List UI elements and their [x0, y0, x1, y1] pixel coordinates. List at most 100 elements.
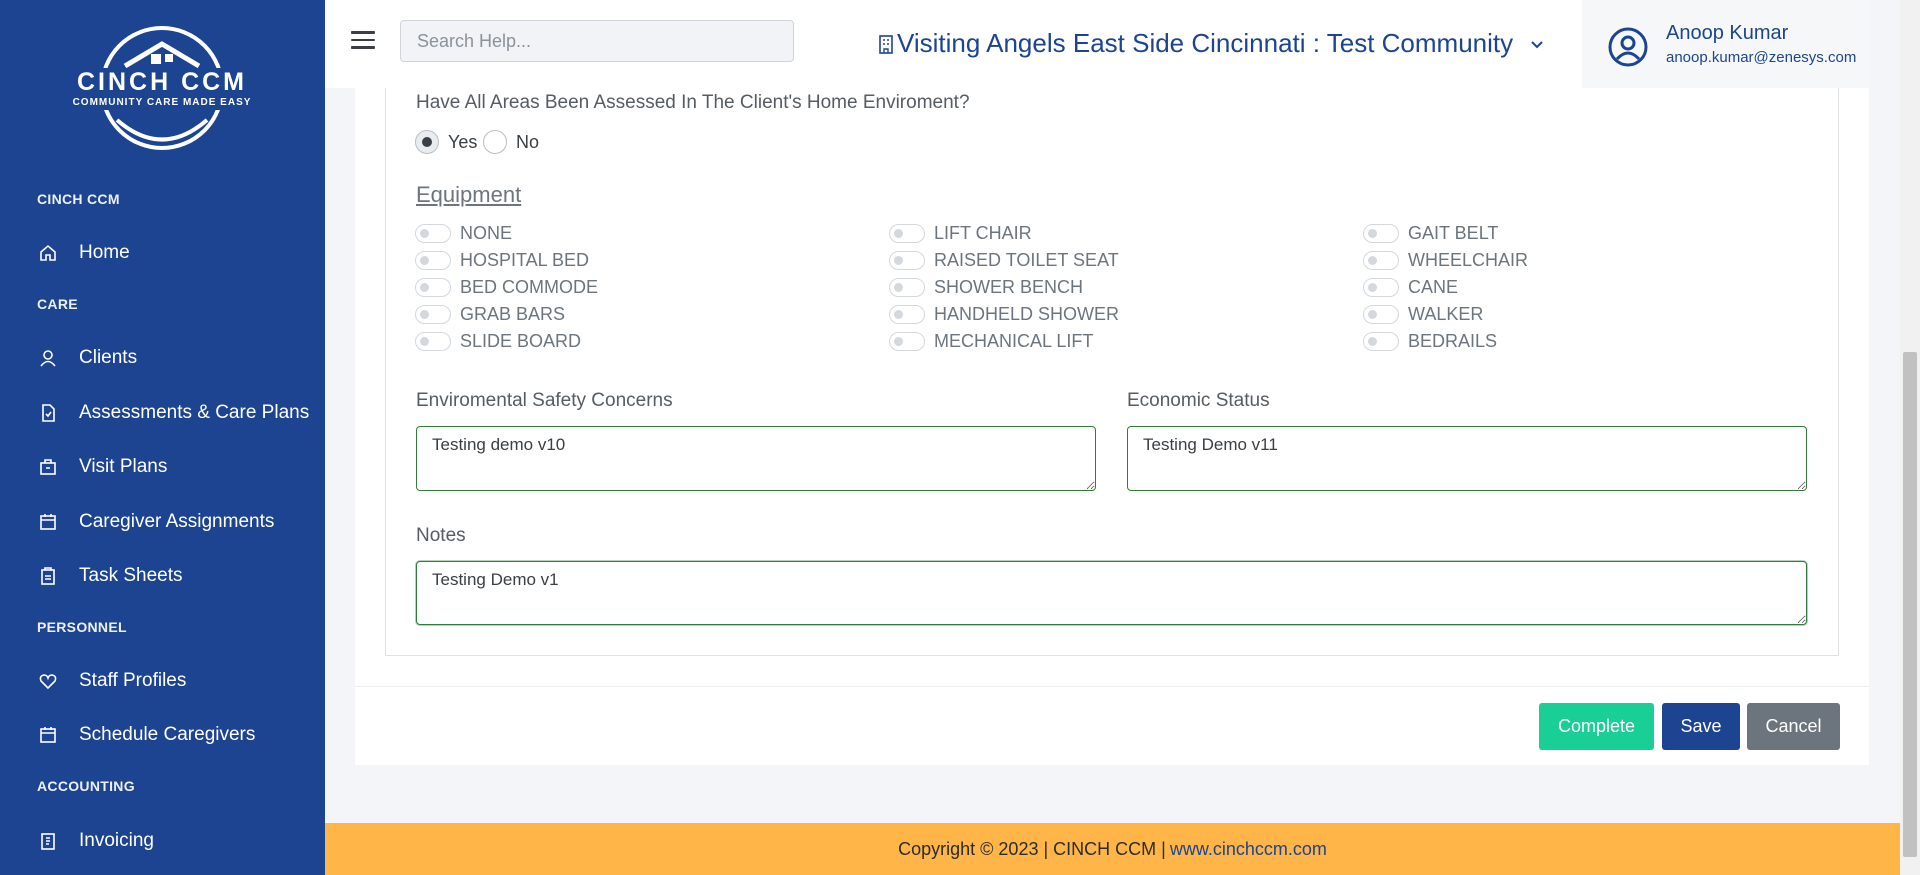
- sidebar-item-label: Assessments & Care Plans: [79, 402, 310, 423]
- user-menu[interactable]: Anoop Kumar anoop.kumar@zenesys.com: [1582, 0, 1870, 88]
- toggle-label: WALKER: [1408, 304, 1484, 324]
- sidebar-item-schedule-caregivers[interactable]: Schedule Caregivers: [37, 718, 255, 752]
- toggle-switch[interactable]: [415, 224, 451, 243]
- sidebar-item-label: Staff Profiles: [79, 670, 187, 691]
- toggle-mechanical-lift[interactable]: MECHANICAL LIFT: [889, 331, 1093, 352]
- section-care: CARE: [37, 296, 78, 312]
- user-email: anoop.kumar@zenesys.com: [1666, 49, 1857, 66]
- invoice-icon: [37, 830, 59, 852]
- radio-yes-label: Yes: [448, 131, 478, 152]
- toggle-switch[interactable]: [889, 224, 925, 243]
- sidebar-item-assessments[interactable]: Assessments & Care Plans: [37, 396, 309, 430]
- clipboard-icon: [37, 565, 59, 587]
- top-bar: Visiting Angels East Side Cincinnati : T…: [325, 0, 1870, 88]
- assessment-form-card: Have All Areas Been Assessed In The Clie…: [355, 88, 1869, 765]
- save-button[interactable]: Save: [1662, 703, 1740, 750]
- toggle-walker[interactable]: WALKER: [1363, 304, 1483, 325]
- toggle-bed-commode[interactable]: BED COMMODE: [415, 277, 598, 298]
- search-input[interactable]: [400, 20, 794, 62]
- radio-no[interactable]: No: [483, 130, 539, 154]
- toggle-switch[interactable]: [415, 305, 451, 324]
- page-scrollbar[interactable]: [1900, 0, 1920, 875]
- env-safety-label: Enviromental Safety Concerns: [416, 390, 673, 411]
- section-personnel: PERSONNEL: [37, 619, 127, 635]
- toggle-switch[interactable]: [1363, 224, 1399, 243]
- logo-brand: CINCH CCM: [77, 68, 247, 96]
- toggle-label: GAIT BELT: [1408, 223, 1499, 243]
- sidebar-item-label: Caregiver Assignments: [79, 511, 275, 532]
- radio-yes[interactable]: Yes: [415, 130, 477, 154]
- complete-button[interactable]: Complete: [1539, 703, 1654, 750]
- sidebar-item-visit-plans[interactable]: Visit Plans: [37, 450, 167, 484]
- toggle-wheelchair[interactable]: WHEELCHAIR: [1363, 250, 1528, 271]
- sidebar-item-caregiver-assignments[interactable]: Caregiver Assignments: [37, 505, 274, 539]
- sidebar-item-task-sheets[interactable]: Task Sheets: [37, 559, 183, 593]
- toggle-switch[interactable]: [889, 278, 925, 297]
- toggle-raised-toilet-seat[interactable]: RAISED TOILET SEAT: [889, 250, 1119, 271]
- toggle-label: BEDRAILS: [1408, 331, 1498, 351]
- toggle-label: GRAB BARS: [460, 304, 566, 324]
- heart-icon: [37, 670, 59, 692]
- sidebar-item-clients[interactable]: Clients: [37, 341, 137, 375]
- toggle-bedrails[interactable]: BEDRAILS: [1363, 331, 1497, 352]
- radio-yes-control[interactable]: [415, 130, 439, 154]
- toggle-switch[interactable]: [889, 332, 925, 351]
- website-link[interactable]: www.cinchccm.com: [1170, 839, 1327, 860]
- radio-no-control[interactable]: [483, 130, 507, 154]
- toggle-label: SLIDE BOARD: [460, 331, 582, 351]
- toggle-handheld-shower[interactable]: HANDHELD SHOWER: [889, 304, 1119, 325]
- sidebar-item-label: Schedule Caregivers: [79, 724, 256, 745]
- economic-status-textarea[interactable]: Testing Demo v11: [1127, 426, 1807, 491]
- user-icon: [37, 347, 59, 369]
- toggle-slide-board[interactable]: SLIDE BOARD: [415, 331, 581, 352]
- organization-selector[interactable]: Visiting Angels East Side Cincinnati : T…: [877, 28, 1545, 59]
- toggle-switch[interactable]: [1363, 332, 1399, 351]
- sidebar-item-label: Visit Plans: [79, 456, 168, 477]
- sidebar-item-staff-profiles[interactable]: Staff Profiles: [37, 664, 186, 698]
- briefcase-icon: [37, 456, 59, 478]
- toggle-shower-bench[interactable]: SHOWER BENCH: [889, 277, 1083, 298]
- toggle-switch[interactable]: [415, 332, 451, 351]
- toggle-label: HOSPITAL BED: [460, 250, 590, 270]
- toggle-label: NONE: [460, 223, 513, 243]
- home-icon: [37, 242, 59, 264]
- toggle-switch[interactable]: [889, 305, 925, 324]
- section-cinch-ccm: CINCH CCM: [37, 191, 120, 207]
- cancel-button[interactable]: Cancel: [1747, 703, 1840, 750]
- equipment-heading: Equipment: [416, 182, 522, 207]
- scrollbar-thumb[interactable]: [1903, 352, 1917, 857]
- copyright-text: Copyright © 2023 | CINCH CCM |: [898, 838, 1166, 859]
- economic-status-label: Economic Status: [1127, 390, 1270, 411]
- toggle-switch[interactable]: [889, 251, 925, 270]
- toggle-label: RAISED TOILET SEAT: [934, 250, 1119, 270]
- logo-tagline: COMMUNITY CARE MADE EASY: [73, 97, 252, 108]
- toggle-label: BED COMMODE: [460, 277, 599, 297]
- toggle-grab-bars[interactable]: GRAB BARS: [415, 304, 565, 325]
- sidebar-item-label: Task Sheets: [79, 565, 183, 586]
- toggle-label: SHOWER BENCH: [934, 277, 1084, 297]
- toggle-hospital-bed[interactable]: HOSPITAL BED: [415, 250, 589, 271]
- toggle-none[interactable]: NONE: [415, 223, 512, 244]
- notes-textarea[interactable]: Testing Demo v1: [416, 561, 1807, 625]
- toggle-switch[interactable]: [415, 278, 451, 297]
- cinch-ccm-logo[interactable]: CINCH CCM COMMUNITY CARE MADE EASY: [65, 24, 260, 152]
- toggle-lift-chair[interactable]: LIFT CHAIR: [889, 223, 1032, 244]
- toggle-switch[interactable]: [1363, 305, 1399, 324]
- section-accounting: ACCOUNTING: [37, 778, 135, 794]
- sidebar-item-invoicing[interactable]: Invoicing: [37, 824, 154, 858]
- toggle-gait-belt[interactable]: GAIT BELT: [1363, 223, 1498, 244]
- document-icon: [37, 402, 59, 424]
- toggle-label: LIFT CHAIR: [934, 223, 1032, 243]
- page-footer: Copyright © 2023 | CINCH CCM | www.cinch…: [325, 823, 1900, 875]
- toggle-cane[interactable]: CANE: [1363, 277, 1458, 298]
- env-safety-textarea[interactable]: Testing demo v10: [416, 426, 1096, 491]
- sidebar-item-home[interactable]: Home: [37, 236, 130, 270]
- building-icon: [879, 34, 893, 54]
- menu-toggle-icon[interactable]: [351, 31, 375, 51]
- toggle-label: MECHANICAL LIFT: [934, 331, 1094, 351]
- toggle-switch[interactable]: [415, 251, 451, 270]
- toggle-switch[interactable]: [1363, 251, 1399, 270]
- toggle-label: CANE: [1408, 277, 1459, 297]
- toggle-switch[interactable]: [1363, 278, 1399, 297]
- user-avatar-icon: [1608, 27, 1648, 67]
